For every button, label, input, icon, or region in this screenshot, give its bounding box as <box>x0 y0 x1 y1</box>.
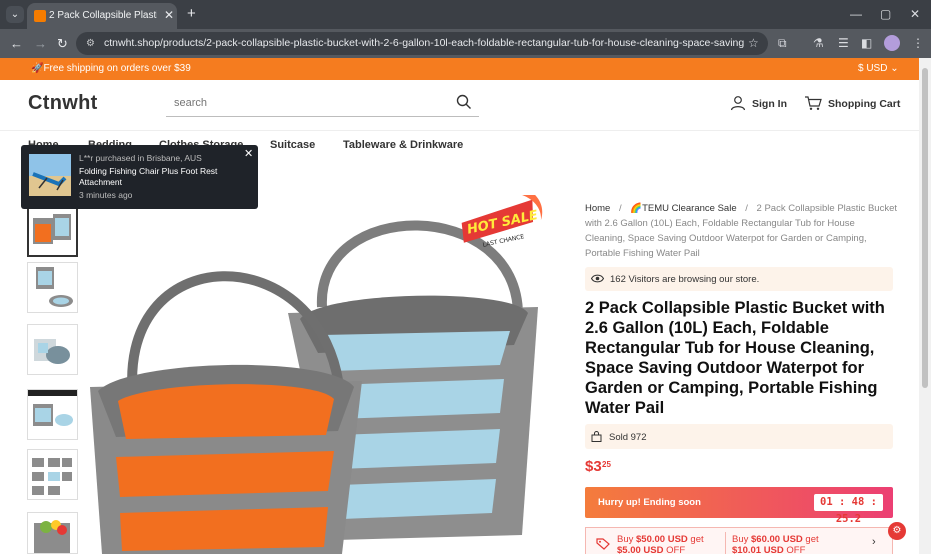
tab-close-icon[interactable]: ✕ <box>164 8 174 22</box>
browser-tab-bar: ⌄ 2 Pack Collapsible Plastic Buck ✕ + — … <box>0 0 931 29</box>
forward-icon[interactable]: → <box>34 36 47 51</box>
tag-icon <box>596 538 610 550</box>
currency-selector[interactable]: $ USD ⌄ <box>858 63 899 75</box>
new-tab-icon[interactable]: + <box>187 5 196 23</box>
nav-tableware[interactable]: Tableware & Drinkware <box>343 139 463 152</box>
product-thumbnail[interactable] <box>27 512 78 554</box>
search-icon[interactable] <box>456 94 472 110</box>
sold-count: Sold 972 <box>609 432 647 443</box>
price-main: $3 <box>585 458 602 475</box>
url-text[interactable]: ctnwht.shop/products/2-pack-collapsible-… <box>104 37 744 50</box>
product-title: 2 Pack Collapsible Plastic Bucket with 2… <box>585 299 885 417</box>
breadcrumb-category[interactable]: 🌈TEMU Clearance Sale <box>630 203 736 214</box>
offer-item[interactable]: Buy $60.00 USD get $10.01 USD OFF <box>732 534 842 554</box>
offer-divider <box>725 532 726 554</box>
product-thumbnail[interactable] <box>27 449 78 500</box>
breadcrumb-separator: / <box>745 203 748 214</box>
popup-buyer: L**r purchased in Brisbane, AUS <box>79 153 202 163</box>
chevron-right-icon[interactable]: › <box>872 536 876 548</box>
product-thumbnail[interactable] <box>27 324 78 375</box>
search-box[interactable]: search <box>166 91 479 117</box>
search-input[interactable]: search <box>174 97 207 110</box>
popup-close-icon[interactable]: ✕ <box>244 148 253 160</box>
bookmark-star-icon[interactable]: ☆ <box>748 36 759 50</box>
extensions-icon[interactable]: ⧉ <box>778 36 787 50</box>
site-favicon-icon <box>34 10 46 22</box>
tab-title: 2 Pack Collapsible Plastic Buck <box>49 10 157 21</box>
browser-menu-icon[interactable]: ⋮ <box>912 36 924 50</box>
product-thumbnail[interactable] <box>27 206 78 257</box>
hot-sale-subtext: LAST CHANCE <box>482 233 525 249</box>
popup-product-name[interactable]: Folding Fishing Chair Plus Foot Rest Att… <box>79 166 244 188</box>
address-bar[interactable]: ⚙ ctnwht.shop/products/2-pack-collapsibl… <box>76 32 768 55</box>
breadcrumb-home[interactable]: Home <box>585 203 610 214</box>
store-logo[interactable]: Ctnwht <box>28 90 98 116</box>
floating-gift-icon[interactable]: ⚙ <box>888 522 906 540</box>
cart-label: Shopping Cart <box>828 98 901 110</box>
tab-search-button[interactable]: ⌄ <box>6 6 24 23</box>
product-thumbnail[interactable] <box>27 262 78 313</box>
cart-icon <box>805 96 822 110</box>
offer-item[interactable]: Buy $50.00 USD get $5.00 USD OFF <box>617 534 727 554</box>
price-cents: 25 <box>602 460 611 469</box>
labs-icon[interactable]: ⚗ <box>813 36 824 50</box>
promo-bar: 🚀Free shipping on orders over $39 $ USD … <box>0 58 919 80</box>
breadcrumb-separator: / <box>618 203 622 214</box>
popup-time: 3 minutes ago <box>79 190 133 200</box>
visitors-text: 162 Visitors are browsing our store. <box>610 274 760 285</box>
bag-icon <box>591 431 602 442</box>
product-price: $3 25 <box>585 458 611 476</box>
back-icon[interactable]: ← <box>10 36 23 51</box>
product-thumbnail[interactable] <box>27 389 78 440</box>
sign-in-label: Sign In <box>752 98 787 110</box>
recent-purchase-popup[interactable]: L**r purchased in Brisbane, AUS Folding … <box>21 145 258 209</box>
eye-icon <box>591 274 604 283</box>
sold-count-box: Sold 972 <box>585 424 893 449</box>
active-tab[interactable]: 2 Pack Collapsible Plastic Buck ✕ <box>27 3 177 29</box>
window-close-icon[interactable]: ✕ <box>910 6 920 22</box>
minimize-icon[interactable]: — <box>850 6 862 22</box>
discount-offers: Buy $50.00 USD get $5.00 USD OFF Buy $60… <box>585 527 893 554</box>
breadcrumb: Home / 🌈TEMU Clearance Sale / 2 Pack Col… <box>585 201 897 261</box>
scrollbar-thumb[interactable] <box>922 68 928 388</box>
shopping-cart-link[interactable]: Shopping Cart <box>804 95 900 113</box>
reload-icon[interactable]: ↻ <box>57 36 68 51</box>
user-icon <box>730 96 746 111</box>
visitors-notice: 162 Visitors are browsing our store. <box>585 267 893 291</box>
profile-avatar[interactable] <box>884 35 900 51</box>
countdown-text: Hurry up! Ending soon <box>598 497 701 508</box>
reading-list-icon[interactable]: ☰ <box>838 36 849 50</box>
promo-text: 🚀Free shipping on orders over $39 <box>31 63 191 74</box>
browser-toolbar: ← → ↻ ⚙ ctnwht.shop/products/2-pack-coll… <box>0 29 931 58</box>
sign-in-link[interactable]: Sign In <box>730 95 787 113</box>
maximize-icon[interactable]: ▢ <box>880 6 891 22</box>
nav-suitcase[interactable]: Suitcase <box>270 139 315 152</box>
popup-product-image <box>29 154 71 196</box>
main-product-image[interactable]: HOT SALE LAST CHANCE <box>90 195 550 554</box>
countdown-timer: 01 : 48 : 25.2 <box>814 494 883 525</box>
countdown-banner: Hurry up! Ending soon 01 : 48 : 25.2 <box>585 487 893 525</box>
side-panel-icon[interactable]: ◧ <box>861 36 872 50</box>
site-info-icon[interactable]: ⚙ <box>86 38 95 49</box>
page-scrollbar[interactable] <box>919 58 931 554</box>
